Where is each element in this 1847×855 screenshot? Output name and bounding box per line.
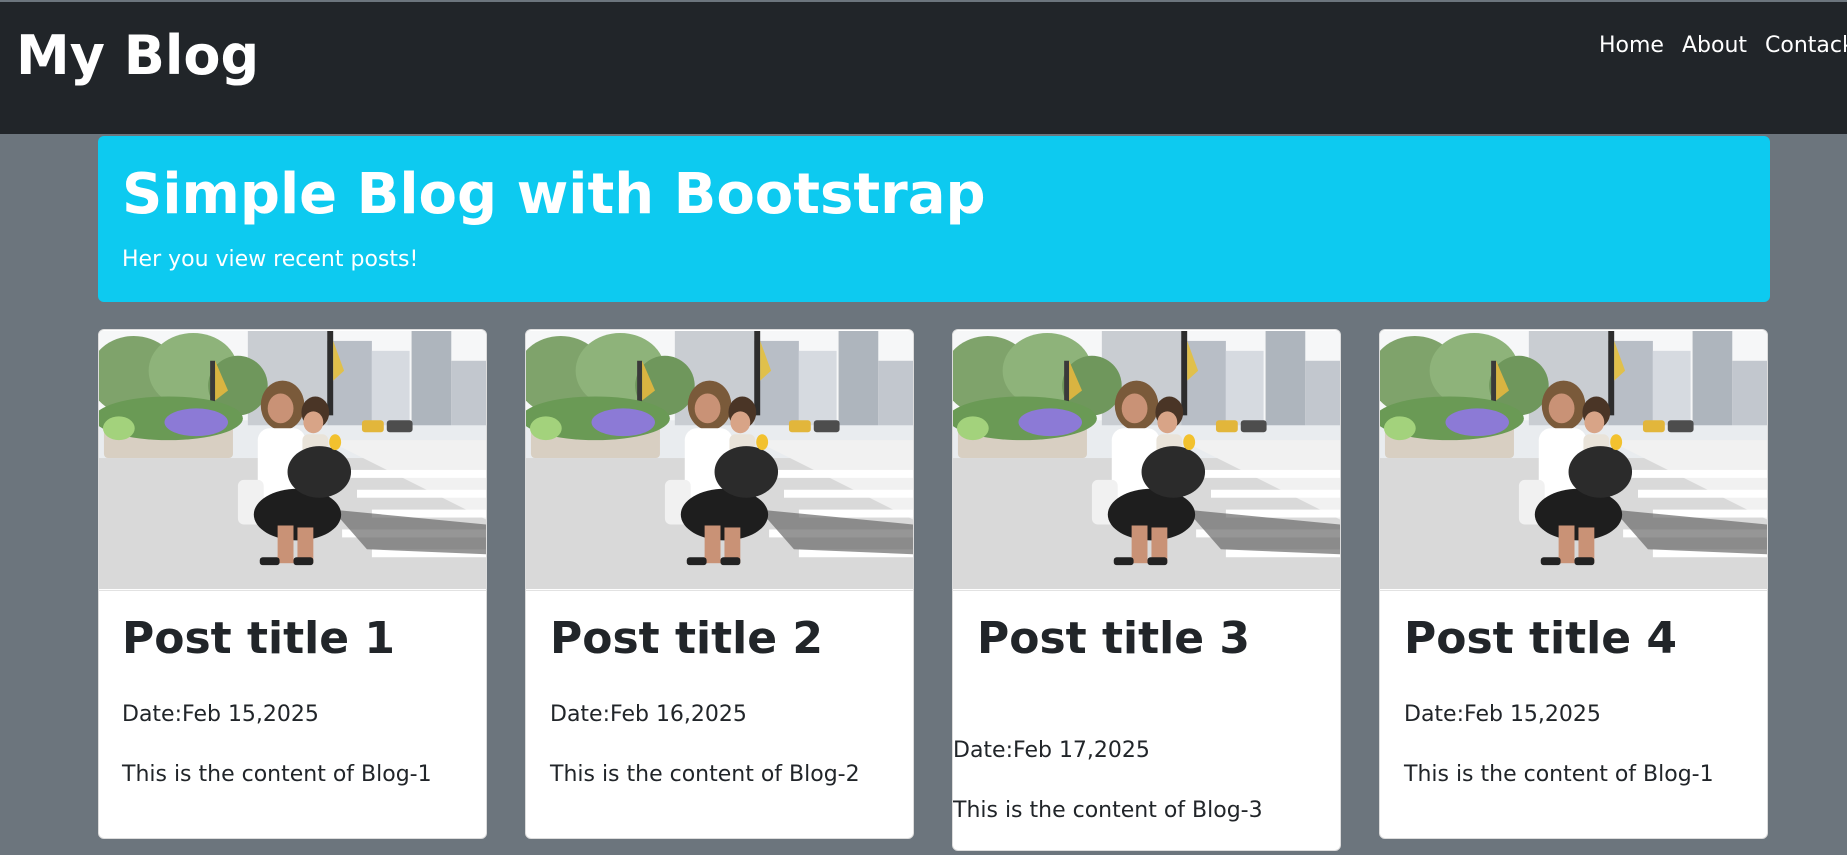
post-card-4[interactable]: Post title 4 Date:Feb 15,2025 This is th… [1379,329,1768,839]
post-date: Date:Feb 15,2025 [122,702,319,727]
post-image [953,330,1340,591]
post-date: Date:Feb 17,2025 [953,738,1150,763]
post-date: Date:Feb 15,2025 [1404,702,1601,727]
post-title: Post title 2 [550,613,824,664]
post-content: This is the content of Blog-3 [953,798,1263,823]
navbar: My Blog Home About Contack [0,2,1847,134]
site-brand[interactable]: My Blog [16,24,259,89]
post-image [99,330,486,591]
post-content: This is the content of Blog-1 [122,762,432,787]
post-content: This is the content of Blog-1 [1404,762,1714,787]
post-card-1[interactable]: Post title 1 Date:Feb 15,2025 This is th… [98,329,487,839]
post-card-3[interactable]: Post title 3 Date:Feb 17,2025 This is th… [952,329,1341,851]
nav-link-home[interactable]: Home [1599,33,1664,59]
post-card-2[interactable]: Post title 2 Date:Feb 16,2025 This is th… [525,329,914,839]
hero-subtitle: Her you view recent posts! [122,247,419,272]
nav-link-contact[interactable]: Contack [1765,33,1847,59]
hero-banner: Simple Blog with Bootstrap Her you view … [98,136,1770,302]
post-date: Date:Feb 16,2025 [550,702,747,727]
nav-link-about[interactable]: About [1682,33,1747,59]
post-title: Post title 1 [122,613,396,664]
post-title: Post title 4 [1404,613,1678,664]
hero-title: Simple Blog with Bootstrap [122,162,986,227]
post-image [526,330,913,591]
post-image [1380,330,1767,591]
nav-links: Home About Contack [1599,33,1847,59]
post-title: Post title 3 [977,613,1251,664]
post-content: This is the content of Blog-2 [550,762,860,787]
